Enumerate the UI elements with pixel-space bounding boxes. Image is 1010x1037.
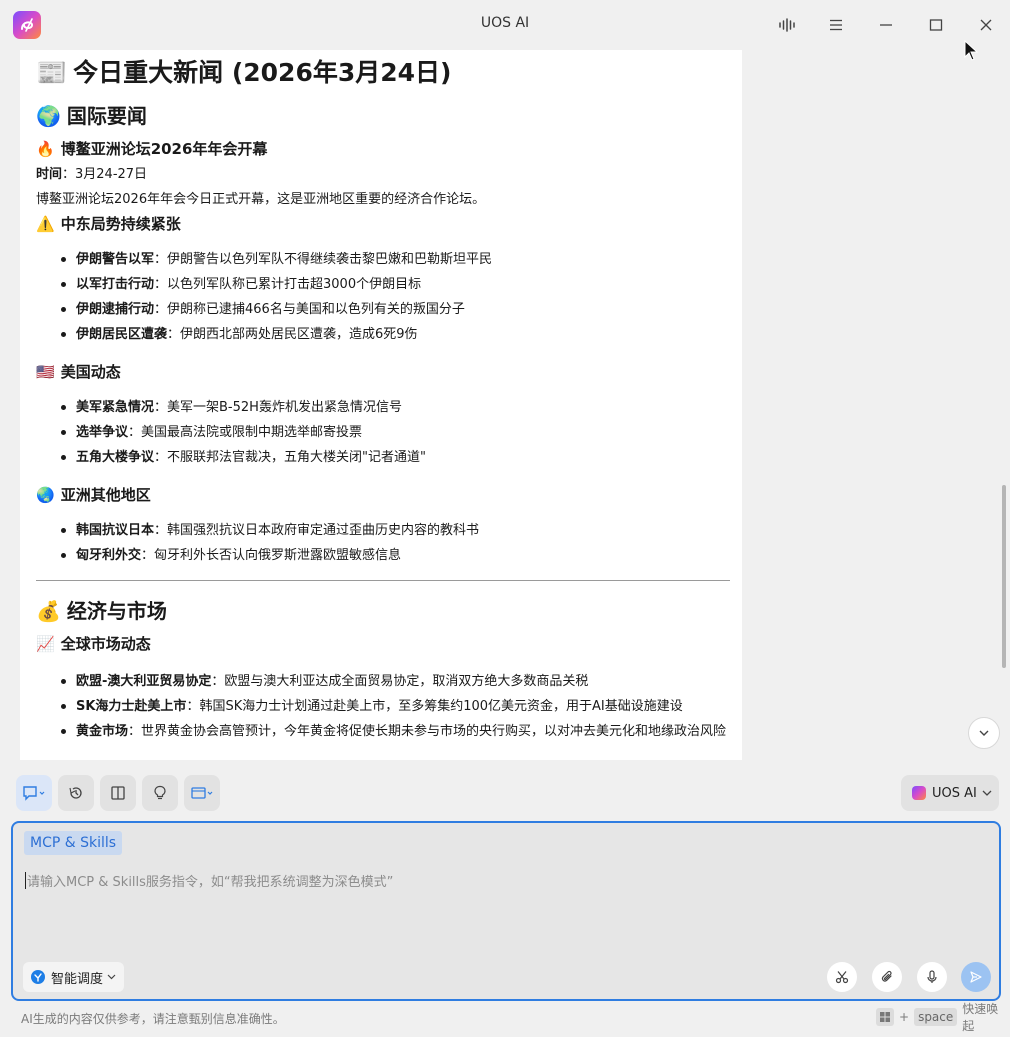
globe-asia-icon: 🌏: [36, 486, 55, 504]
section-divider: [36, 580, 730, 581]
list-item: 五角大楼争议：不服联邦法官裁决，五角大楼关闭"记者通道": [61, 445, 730, 470]
microphone-icon: [927, 970, 937, 983]
subheading-boao: 🔥 博鳌亚洲论坛2026年年会开幕: [36, 140, 268, 158]
ai-response: 📰 今日重大新闻 (2026年3月24日) 🌍 国际要闻 🔥 博鳌亚洲论坛2026年年…: [36, 56, 730, 744]
smart-schedule-icon: [31, 970, 45, 984]
mideast-list: 伊朗警告以军：伊朗警告以色列军队不得继续袭击黎巴嫩和巴勒斯坦平民 以军打击行动：…: [36, 247, 730, 347]
list-item: 匈牙利外交：匈牙利外长否认向俄罗斯泄露欧盟敏感信息: [61, 543, 730, 568]
lightbulb-icon: [154, 785, 166, 800]
shortcut-label: 快速唤起: [962, 1002, 999, 1033]
smart-schedule-label: 智能调度: [51, 971, 104, 987]
book-icon: [111, 786, 125, 800]
menu-button[interactable]: [821, 10, 851, 40]
minimize-button[interactable]: [871, 10, 901, 40]
subheading-asia: 🌏 亚洲其他地区: [36, 486, 151, 504]
section-heading-econ: 💰 经济与市场: [36, 599, 167, 623]
prompt-ideas-button[interactable]: [142, 775, 178, 811]
list-item: 伊朗逮捕行动：伊朗称已逮捕466名与美国和以色列有关的叛国分子: [61, 297, 730, 322]
attach-button[interactable]: [872, 962, 902, 992]
scroll-to-bottom-button[interactable]: [968, 717, 1000, 749]
uos-ai-logo-icon: [912, 786, 926, 800]
model-selector-label: UOS AI: [932, 785, 977, 801]
list-item: 黄金市场：世界黄金协会高管预计，今年黄金将促使长期未参与市场的央行购买，以对冲去…: [61, 719, 730, 744]
newspaper-icon: 📰: [36, 58, 68, 87]
send-icon: [970, 971, 982, 983]
list-item: 欧盟-澳大利亚贸易协定：欧盟与澳大利亚达成全面贸易协定，取消双方绝大多数商品关税: [61, 669, 730, 694]
boao-description: 博鳌亚洲论坛2026年年会今日正式开幕，这是亚洲地区重要的经济合作论坛。: [36, 192, 486, 207]
boao-time: 时间：3月24-27日: [36, 167, 148, 182]
list-item: SK海力士赴美上市：韩国SK海力士计划通过赴美上市，至多筹集约100亿美元资金，…: [61, 694, 730, 719]
chat-message-card: 📰 今日重大新闻 (2026年3月24日) 🌍 国际要闻 🔥 博鳌亚洲论坛2026年年…: [20, 50, 742, 760]
warning-icon: ⚠️: [36, 215, 55, 233]
history-icon: [69, 787, 82, 799]
windows-key-icon: [876, 1008, 894, 1026]
message-input-box[interactable]: MCP & Skills 请输入MCP & Skills服务指令，如“帮我把系统…: [11, 821, 1001, 1001]
new-chat-button[interactable]: [16, 775, 52, 811]
subheading-mideast: ⚠️ 中东局势持续紧张: [36, 215, 181, 233]
minimize-icon: [880, 24, 892, 26]
us-flag-icon: 🇺🇸: [36, 363, 55, 381]
mouse-cursor-icon: [964, 40, 979, 61]
ai-disclaimer: AI生成的内容仅供参考，请注意甄别信息准确性。: [21, 1012, 285, 1026]
text-caret: [25, 872, 26, 889]
globe-icon: 🌍: [36, 104, 61, 128]
list-item: 伊朗居民区遭袭：伊朗西北部两处居民区遭袭，造成6死9伤: [61, 322, 730, 347]
maximize-icon: [929, 19, 943, 31]
message-input[interactable]: 请输入MCP & Skills服务指令，如“帮我把系统调整为深色模式”: [27, 871, 393, 890]
article-title: 📰 今日重大新闻 (2026年3月24日): [36, 56, 730, 90]
paperclip-icon: [881, 970, 892, 982]
chevron-down-icon: [979, 730, 989, 736]
voice-input-button[interactable]: [917, 962, 947, 992]
us-list: 美军紧急情况：美军一架B-52H轰炸机发出紧急情况信号 选举争议：美国最高法院或…: [36, 395, 730, 470]
model-selector[interactable]: UOS AI: [901, 775, 999, 811]
list-item: 韩国抗议日本：韩国强烈抗议日本政府审定通过歪曲历史内容的教科书: [61, 518, 730, 543]
chevron-down-icon: [982, 790, 992, 796]
smart-schedule-button[interactable]: 智能调度: [23, 962, 125, 992]
maximize-button[interactable]: [921, 10, 951, 40]
screen-capture-icon: [191, 787, 213, 799]
money-bag-icon: 💰: [36, 599, 61, 623]
market-list: 欧盟-澳大利亚贸易协定：欧盟与澳大利亚达成全面贸易协定，取消双方绝大多数商品关税…: [36, 669, 730, 744]
chat-scrollbar[interactable]: [1002, 485, 1006, 668]
new-chat-icon: [23, 786, 45, 801]
screenshot-tool-button[interactable]: [184, 775, 220, 811]
history-button[interactable]: [58, 775, 94, 811]
wake-shortcut-hint: + space 快速唤起: [876, 1002, 1010, 1033]
asia-list: 韩国抗议日本：韩国强烈抗议日本政府审定通过歪曲历史内容的教科书 匈牙利外交：匈牙…: [36, 518, 730, 568]
window-title: UOS AI: [480, 15, 530, 31]
shortcut-plus: +: [899, 1010, 910, 1024]
subheading-us: 🇺🇸 美国动态: [36, 363, 121, 381]
list-item: 选举争议：美国最高法院或限制中期选举邮寄投票: [61, 420, 730, 445]
space-key: space: [914, 1008, 958, 1026]
close-icon: [980, 19, 992, 31]
send-button[interactable]: [961, 962, 991, 992]
close-button[interactable]: [971, 10, 1001, 40]
list-item: 伊朗警告以军：伊朗警告以色列军队不得继续袭击黎巴嫩和巴勒斯坦平民: [61, 247, 730, 272]
hamburger-menu-icon: [830, 19, 842, 31]
voice-wave-button[interactable]: [772, 10, 802, 40]
scissors-icon: [835, 971, 849, 984]
title-bar: UOS AI: [0, 0, 1010, 50]
screenshot-button[interactable]: [827, 962, 857, 992]
chevron-down-icon: [107, 974, 116, 980]
chart-up-icon: 📈: [36, 635, 55, 653]
mcp-skills-chip[interactable]: MCP & Skills: [24, 831, 123, 855]
section-heading-intl: 🌍 国际要闻: [36, 104, 147, 128]
fire-icon: 🔥: [36, 140, 55, 158]
voice-wave-icon: [779, 18, 795, 32]
list-item: 以军打击行动：以色列军队称已累计打击超3000个伊朗目标: [61, 272, 730, 297]
list-item: 美军紧急情况：美军一架B-52H轰炸机发出紧急情况信号: [61, 395, 730, 420]
subheading-market: 📈 全球市场动态: [36, 635, 151, 653]
knowledge-base-button[interactable]: [100, 775, 136, 811]
